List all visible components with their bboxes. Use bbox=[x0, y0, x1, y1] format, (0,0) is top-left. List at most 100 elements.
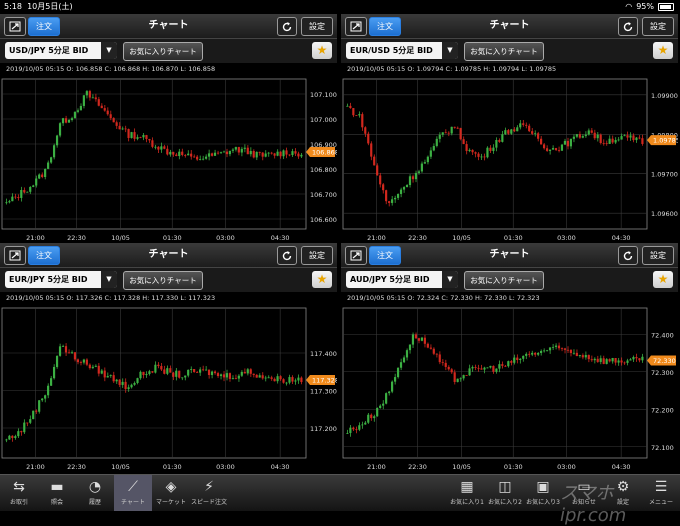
candle-body bbox=[112, 118, 115, 123]
favorite-chart-button[interactable]: お気に入りチャート bbox=[123, 42, 203, 61]
candle-body bbox=[181, 377, 184, 379]
candle-body bbox=[246, 369, 249, 374]
candle-body bbox=[388, 201, 391, 203]
candle-body bbox=[67, 119, 71, 123]
settings-button[interactable]: 設定 bbox=[301, 246, 333, 265]
candle-body bbox=[222, 151, 226, 153]
tab-history[interactable]: ◔ 履歴 bbox=[76, 475, 114, 511]
y-tick-label: 106.600 bbox=[310, 216, 337, 224]
y-tick-label: 117.200 bbox=[310, 425, 337, 433]
status-time-date: 5:18 10月5日(土) bbox=[4, 2, 73, 11]
current-price-label: 117.328 bbox=[312, 377, 337, 385]
candle-body bbox=[204, 369, 208, 371]
candlestick-chart[interactable]: 72.400 72.300 72.200 72.100 21:00 22:30 10/05 0… bbox=[341, 302, 678, 474]
candle-body bbox=[355, 115, 358, 117]
x-tick-label: 03:00 bbox=[216, 234, 235, 242]
star-icon[interactable]: ★ bbox=[653, 42, 673, 59]
refresh-button[interactable] bbox=[618, 246, 638, 265]
candlestick-chart[interactable]: 117.400 117.300 117.200 21:00 22:30 10/05 01:3… bbox=[0, 302, 337, 474]
candle-body bbox=[258, 375, 261, 378]
candle-body bbox=[17, 431, 20, 437]
candle-body bbox=[282, 379, 285, 383]
symbol-select[interactable]: EUR/JPY 5分足 BID ▼ bbox=[5, 271, 117, 288]
chart-panel: 注文 チャート 設定 EUR/USD 5分足 BID ▼ お気に入りチャート ★ 2019/1… bbox=[341, 14, 678, 245]
x-tick-label: 10/05 bbox=[111, 463, 130, 471]
candle-body bbox=[26, 191, 29, 193]
tab-speed-order[interactable]: ⚡ スピード注文 bbox=[190, 475, 228, 511]
favorite-chart-button[interactable]: お気に入りチャート bbox=[464, 271, 544, 290]
refresh-button[interactable] bbox=[277, 246, 297, 265]
candle-body bbox=[537, 133, 540, 139]
candle-body bbox=[608, 359, 611, 362]
settings-button[interactable]: 設定 bbox=[642, 17, 674, 36]
candle-body bbox=[513, 357, 516, 363]
tab-arrows[interactable]: ⇆ お取引 bbox=[0, 475, 38, 511]
candle-body bbox=[557, 345, 561, 349]
refresh-button[interactable] bbox=[277, 17, 297, 36]
tab-chart[interactable]: ⟋ チャート bbox=[114, 475, 152, 511]
star-icon[interactable]: ★ bbox=[312, 42, 332, 59]
tab-window[interactable]: ▣ お気に入り3 bbox=[524, 475, 562, 511]
candle-body bbox=[507, 361, 510, 367]
candle-body bbox=[420, 163, 423, 172]
candle-body bbox=[14, 436, 17, 439]
favorite-chart-button[interactable]: お気に入りチャート bbox=[123, 271, 203, 290]
x-tick-label: 22:30 bbox=[67, 234, 86, 242]
candle-body bbox=[160, 366, 163, 370]
candle-body bbox=[234, 147, 237, 150]
candle-body bbox=[261, 152, 264, 157]
symbol-label: USD/JPY 5分足 BID bbox=[9, 46, 89, 55]
candlestick-chart[interactable]: 107.100107.000106.900106.800106.700106.6… bbox=[0, 73, 337, 245]
candle-body bbox=[388, 391, 391, 394]
candle-body bbox=[273, 153, 276, 156]
settings-button[interactable]: 設定 bbox=[642, 246, 674, 265]
candle-body bbox=[154, 146, 157, 148]
symbol-label: EUR/JPY 5分足 BID bbox=[9, 275, 88, 284]
tab-market[interactable]: ◈ マーケット bbox=[152, 475, 190, 511]
symbol-select[interactable]: USD/JPY 5分足 BID ▼ bbox=[5, 42, 117, 59]
tab-grid2[interactable]: ◫ お気に入り2 bbox=[486, 475, 524, 511]
tab-folder[interactable]: ▬ 照会 bbox=[38, 475, 76, 511]
symbol-select[interactable]: EUR/USD 5分足 BID ▼ bbox=[346, 42, 458, 59]
refresh-button[interactable] bbox=[618, 17, 638, 36]
candle-body bbox=[391, 381, 394, 392]
candle-body bbox=[169, 151, 172, 155]
candle-body bbox=[435, 353, 438, 355]
tab-grid4[interactable]: ▦ お気に入り1 bbox=[448, 475, 486, 511]
candle-body bbox=[462, 139, 465, 145]
candle-body bbox=[166, 368, 169, 374]
current-price-label: 72.330 bbox=[653, 357, 676, 365]
y-tick-label: 106.800 bbox=[310, 166, 337, 174]
candle-body bbox=[641, 138, 644, 144]
candle-body bbox=[157, 146, 160, 150]
candle-body bbox=[88, 364, 91, 369]
candle-body bbox=[542, 144, 546, 149]
speed-order-icon: ⚡ bbox=[204, 479, 214, 495]
x-tick-label: 21:00 bbox=[26, 463, 45, 471]
settings-button[interactable]: 設定 bbox=[301, 17, 333, 36]
ohlc-info: 2019/10/05 05:15 O: 117.326 C: 117.328 H… bbox=[6, 294, 216, 302]
candle-body bbox=[127, 387, 130, 390]
candle-body bbox=[23, 422, 26, 433]
candle-body bbox=[139, 371, 142, 379]
candle-body bbox=[26, 422, 29, 424]
candlestick-chart[interactable]: 1.099001.098001.097001.0960021:0022:3010… bbox=[341, 73, 678, 245]
star-icon[interactable]: ★ bbox=[653, 271, 673, 288]
candle-body bbox=[441, 362, 444, 363]
symbol-select[interactable]: AUD/JPY 5分足 BID ▼ bbox=[346, 271, 458, 288]
candle-body bbox=[91, 366, 94, 369]
favorite-chart-button[interactable]: お気に入りチャート bbox=[464, 42, 544, 61]
x-tick-label: 22:30 bbox=[408, 234, 427, 242]
candle-body bbox=[417, 338, 420, 341]
symbol-label: EUR/USD 5分足 BID bbox=[350, 46, 433, 55]
star-icon[interactable]: ★ bbox=[312, 271, 332, 288]
candle-body bbox=[273, 378, 276, 382]
candle-body bbox=[608, 138, 611, 144]
candle-body bbox=[540, 350, 543, 353]
candle-body bbox=[88, 91, 91, 98]
candle-body bbox=[528, 125, 531, 132]
candle-body bbox=[190, 153, 193, 157]
candle-body bbox=[52, 145, 56, 158]
candle-body bbox=[50, 378, 53, 386]
candle-body bbox=[525, 353, 528, 356]
